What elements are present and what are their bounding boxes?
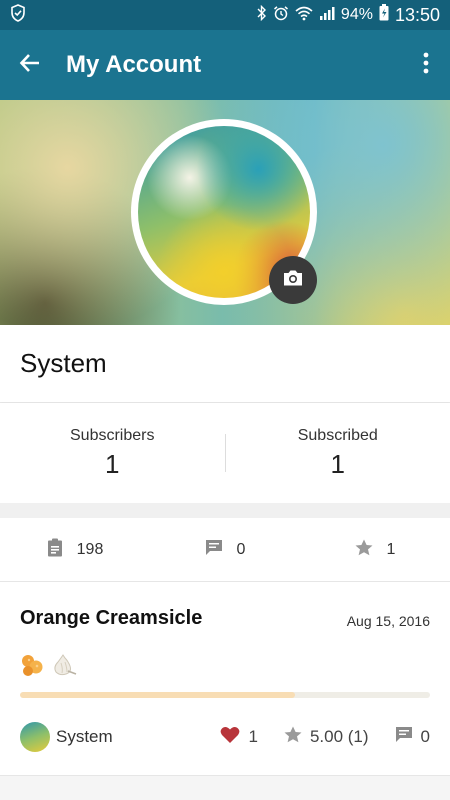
status-bar: 94% 13:50 [0,0,450,30]
shield-icon [10,3,26,27]
subscribed-stat[interactable]: Subscribed 1 [226,427,450,480]
post-date: Aug 15, 2016 [346,613,430,629]
change-photo-button[interactable] [269,256,317,304]
back-arrow-icon [19,52,41,79]
more-vert-icon [423,52,429,79]
cover-image [0,100,450,325]
rating-progress-bar [20,692,430,698]
clipboard-icon [47,538,63,562]
posts-stat[interactable]: 198 [0,538,150,562]
page-title: My Account [66,51,202,78]
post-images [20,652,78,683]
more-options-button[interactable] [414,47,438,83]
subscribed-count: 1 [330,448,345,479]
clock-time: 13:50 [394,4,440,25]
activity-stats: 198 0 1 [0,518,450,582]
progress-fill [20,692,295,698]
post-comments-stat[interactable]: 0 [395,726,430,748]
favorites-count: 1 [386,540,396,558]
author-name[interactable]: System [56,727,194,747]
author-avatar[interactable] [20,722,50,752]
comment-icon [205,539,223,561]
profile-name: System [20,348,107,378]
subscription-stats: Subscribers 1 Subscribed 1 [0,403,450,503]
post-footer: System 1 5.00 (1) 0 [20,722,430,752]
favorites-stat[interactable]: 1 [300,539,450,561]
bluetooth-icon [257,4,267,26]
alarm-icon [273,5,289,26]
comments-stat[interactable]: 0 [150,539,300,561]
signal-icon [319,5,335,26]
post-card[interactable]: Orange Creamsicle Aug 15, 2016 System 1 … [0,582,450,776]
posts-count: 198 [76,540,104,558]
comments-count: 0 [236,540,246,558]
likes-stat[interactable]: 1 [220,726,258,749]
app-bar: My Account [0,30,450,100]
oranges-icon [20,652,46,683]
rating-stat[interactable]: 5.00 (1) [284,726,369,748]
back-button[interactable] [12,47,48,83]
post-title[interactable]: Orange Creamsicle [20,607,202,630]
subscribers-stat[interactable]: Subscribers 1 [0,427,225,480]
subscribers-label: Subscribers [70,426,155,444]
subscribed-label: Subscribed [297,426,378,444]
battery-icon [379,4,389,26]
camera-icon [282,269,304,292]
rating-value: 5.00 (1) [309,727,369,746]
subscribers-count: 1 [105,448,120,479]
battery-percent: 94% [340,6,373,23]
star-icon [284,726,302,748]
post-comments-count: 0 [420,727,430,746]
comment-icon [395,726,413,748]
wifi-icon [295,5,313,26]
section-gap [0,503,450,518]
likes-count: 1 [248,727,258,746]
profile-name-card: System [0,325,450,403]
garlic-icon [50,652,78,683]
heart-icon [220,726,240,749]
star-icon [355,539,373,561]
